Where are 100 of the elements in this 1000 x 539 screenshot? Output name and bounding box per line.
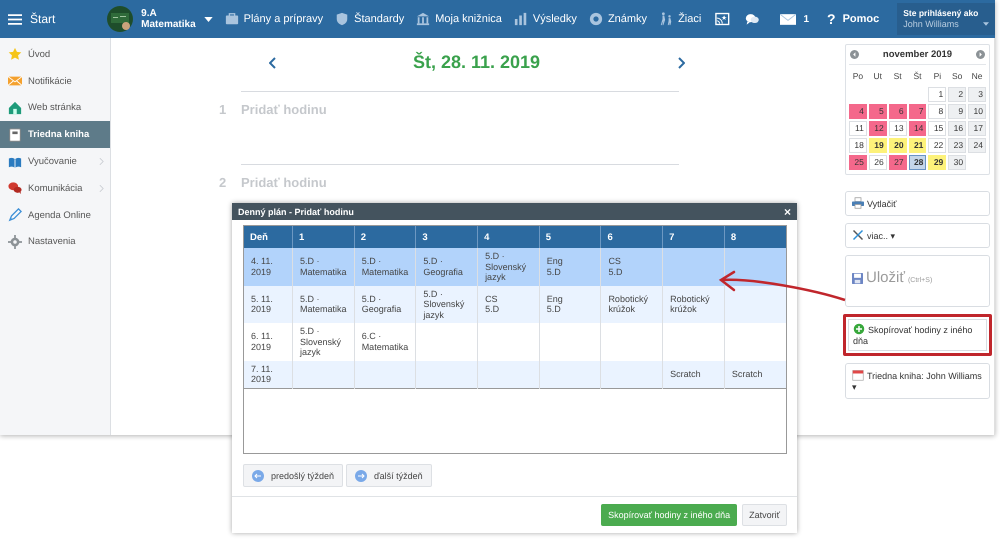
column-header: Deň xyxy=(244,226,292,248)
next-week-button[interactable]: ďalší týždeň xyxy=(346,464,432,487)
calendar-day[interactable]: 19 xyxy=(868,138,887,153)
sidebar-item[interactable]: Vyučovanie xyxy=(0,148,110,175)
calendar-day[interactable]: 17 xyxy=(968,120,986,136)
calendar-day[interactable]: 24 xyxy=(968,138,986,153)
nav-item[interactable]: Výsledky xyxy=(514,12,577,26)
nav-item[interactable]: Moja knižnica xyxy=(416,12,502,26)
home-link[interactable]: Štart xyxy=(0,12,98,26)
action-button[interactable]: Skopírovať hodiny z iného dňa xyxy=(843,314,992,356)
column-header: 7 xyxy=(662,226,724,248)
sidebar-item[interactable]: Triedna kniha xyxy=(0,121,110,148)
action-button[interactable]: Triedna kniha: John Williams ▾ xyxy=(845,363,990,399)
sidebar-item[interactable]: Úvod xyxy=(0,41,110,68)
lesson-cell: 5.D · Slovenský jazyk xyxy=(292,323,354,360)
calendar-day[interactable]: 21 xyxy=(908,138,926,153)
lesson-cell: Robotický krúžok xyxy=(662,286,724,323)
calendar-day[interactable]: 22 xyxy=(928,138,946,153)
weekday-label: Po xyxy=(852,70,864,83)
lesson-cell: Robotický krúžok xyxy=(600,286,663,323)
dialog-title-bar: Denný plán - Pridať hodinu × xyxy=(232,203,797,220)
table-row[interactable]: 6. 11. 2019 5.D · Slovenský jazyk 6.C · Matematika xyxy=(244,323,786,360)
lesson-number: 1 xyxy=(219,102,226,117)
calendar-day[interactable]: 16 xyxy=(948,120,966,136)
month-title: november 2019 xyxy=(882,49,952,60)
lesson-cell: Scratch xyxy=(724,360,786,388)
date-cell: 6. 11. 2019 xyxy=(244,323,292,360)
lesson-cell: Scratch xyxy=(662,360,724,388)
table-row[interactable]: 5. 11. 2019 5.D · Matematika 5.D · Geografia 5.D · Slovenský jazyk CS 5.D Eng 5.D Robotický krúžok Robotický krúžok xyxy=(244,286,786,323)
sidebar-item[interactable]: Komunikácia xyxy=(0,174,110,202)
weekday-label: St xyxy=(892,70,903,83)
calendar-day[interactable]: 20 xyxy=(888,138,907,153)
column-header: 3 xyxy=(416,226,478,248)
calendar-day[interactable]: 15 xyxy=(928,120,946,136)
weekday-label: So xyxy=(951,70,964,83)
lesson-cell: 5.D · Matematika xyxy=(354,248,416,286)
calendar-day[interactable]: 3 xyxy=(968,86,986,102)
nav-item[interactable]: Žiaci xyxy=(659,12,702,26)
column-header: 4 xyxy=(478,226,540,248)
unread-count: 1 xyxy=(803,14,810,24)
column-header: 5 xyxy=(539,226,601,248)
day-title: Št, 28. 11. 2019 xyxy=(412,52,542,73)
nav-item[interactable]: Plány a prípravy xyxy=(224,12,324,26)
lesson-cell: Eng 5.D xyxy=(539,248,601,286)
calendar-day[interactable]: 7 xyxy=(908,104,926,119)
calendar-day[interactable]: 10 xyxy=(968,104,986,119)
column-header: 2 xyxy=(354,226,416,248)
help-link[interactable]: ? Pomoc xyxy=(827,11,880,27)
calendar-day[interactable]: 27 xyxy=(888,154,907,170)
calendar-day[interactable]: 11 xyxy=(849,120,867,136)
sidebar-item[interactable]: Agenda Online xyxy=(0,202,110,229)
calendar-day[interactable]: 12 xyxy=(868,120,887,136)
lesson-cell: 5.D · Geografia xyxy=(416,248,478,286)
column-header: 6 xyxy=(600,226,663,248)
table-row[interactable]: 4. 11. 2019 5.D · Matematika 5.D · Matematika 5.D · Geografia 5.D · Slovenský jazyk Eng 5.D CS 5.D xyxy=(244,248,786,286)
lesson-cell: CS 5.D xyxy=(600,248,663,286)
calendar-day[interactable]: 14 xyxy=(908,120,926,136)
calendar-day[interactable]: 18 xyxy=(849,138,867,153)
weekday-label: Ut xyxy=(872,70,884,83)
date-cell: 5. 11. 2019 xyxy=(244,286,292,323)
calendar-day[interactable]: 4 xyxy=(849,104,867,119)
lesson-cell: 5.D · Slovenský jazyk xyxy=(478,248,540,286)
lesson-number: 2 xyxy=(219,175,226,190)
date-cell: 7. 11. 2019 xyxy=(244,360,292,388)
action-button[interactable]: viac.. ▾ xyxy=(845,223,990,248)
nav-item[interactable]: Štandardy xyxy=(335,12,404,26)
weekday-label: Pi xyxy=(932,70,942,83)
close-button[interactable]: × xyxy=(784,204,791,218)
weekday-label: Ne xyxy=(970,70,984,83)
weekday-label: Št xyxy=(912,70,922,83)
previous-week-button[interactable]: predošlý týždeň xyxy=(243,464,344,487)
sidebar-item[interactable]: Nastavenia xyxy=(0,228,110,256)
table-row[interactable]: 7. 11. 2019 Scratch Scratch xyxy=(244,360,786,388)
lesson-cell: 5.D · Geografia xyxy=(354,286,416,323)
sidebar-item[interactable]: Notifikácie xyxy=(0,68,110,95)
calendar-day[interactable]: 1 xyxy=(928,86,946,102)
calendar-day[interactable]: 6 xyxy=(888,104,907,119)
calendar-day[interactable]: 9 xyxy=(948,104,966,119)
calendar-day[interactable]: 2 xyxy=(948,86,966,102)
calendar-day[interactable]: 13 xyxy=(888,120,907,136)
sidebar-item[interactable]: Web stránka xyxy=(0,94,110,122)
action-button[interactable]: Vytlačiť xyxy=(845,191,990,216)
calendar-day[interactable]: 28 xyxy=(908,154,926,170)
lesson-cell: 5.D · Matematika xyxy=(292,286,354,323)
class-selector[interactable]: 9.A Matematika xyxy=(107,6,213,32)
calendar-day[interactable]: 8 xyxy=(928,104,946,119)
lesson-cell: Eng 5.D xyxy=(539,286,601,323)
column-header: 1 xyxy=(292,226,354,248)
user-menu[interactable]: Ste prihlásený ako John Williams xyxy=(897,3,995,35)
calendar-day[interactable]: 29 xyxy=(928,154,946,170)
nav-item[interactable]: Známky xyxy=(588,12,648,26)
calendar-day[interactable]: 25 xyxy=(849,154,867,170)
lesson-cell: CS 5.D xyxy=(478,286,540,323)
date-cell: 4. 11. 2019 xyxy=(244,248,292,286)
calendar-day[interactable]: 30 xyxy=(948,154,966,170)
mail-button[interactable]: 1 xyxy=(780,14,810,24)
close-dialog-button[interactable]: Zatvoriť xyxy=(742,504,787,526)
calendar-day[interactable]: 5 xyxy=(868,104,887,119)
calendar-day[interactable]: 23 xyxy=(948,138,966,153)
calendar-day[interactable]: 26 xyxy=(868,154,887,170)
